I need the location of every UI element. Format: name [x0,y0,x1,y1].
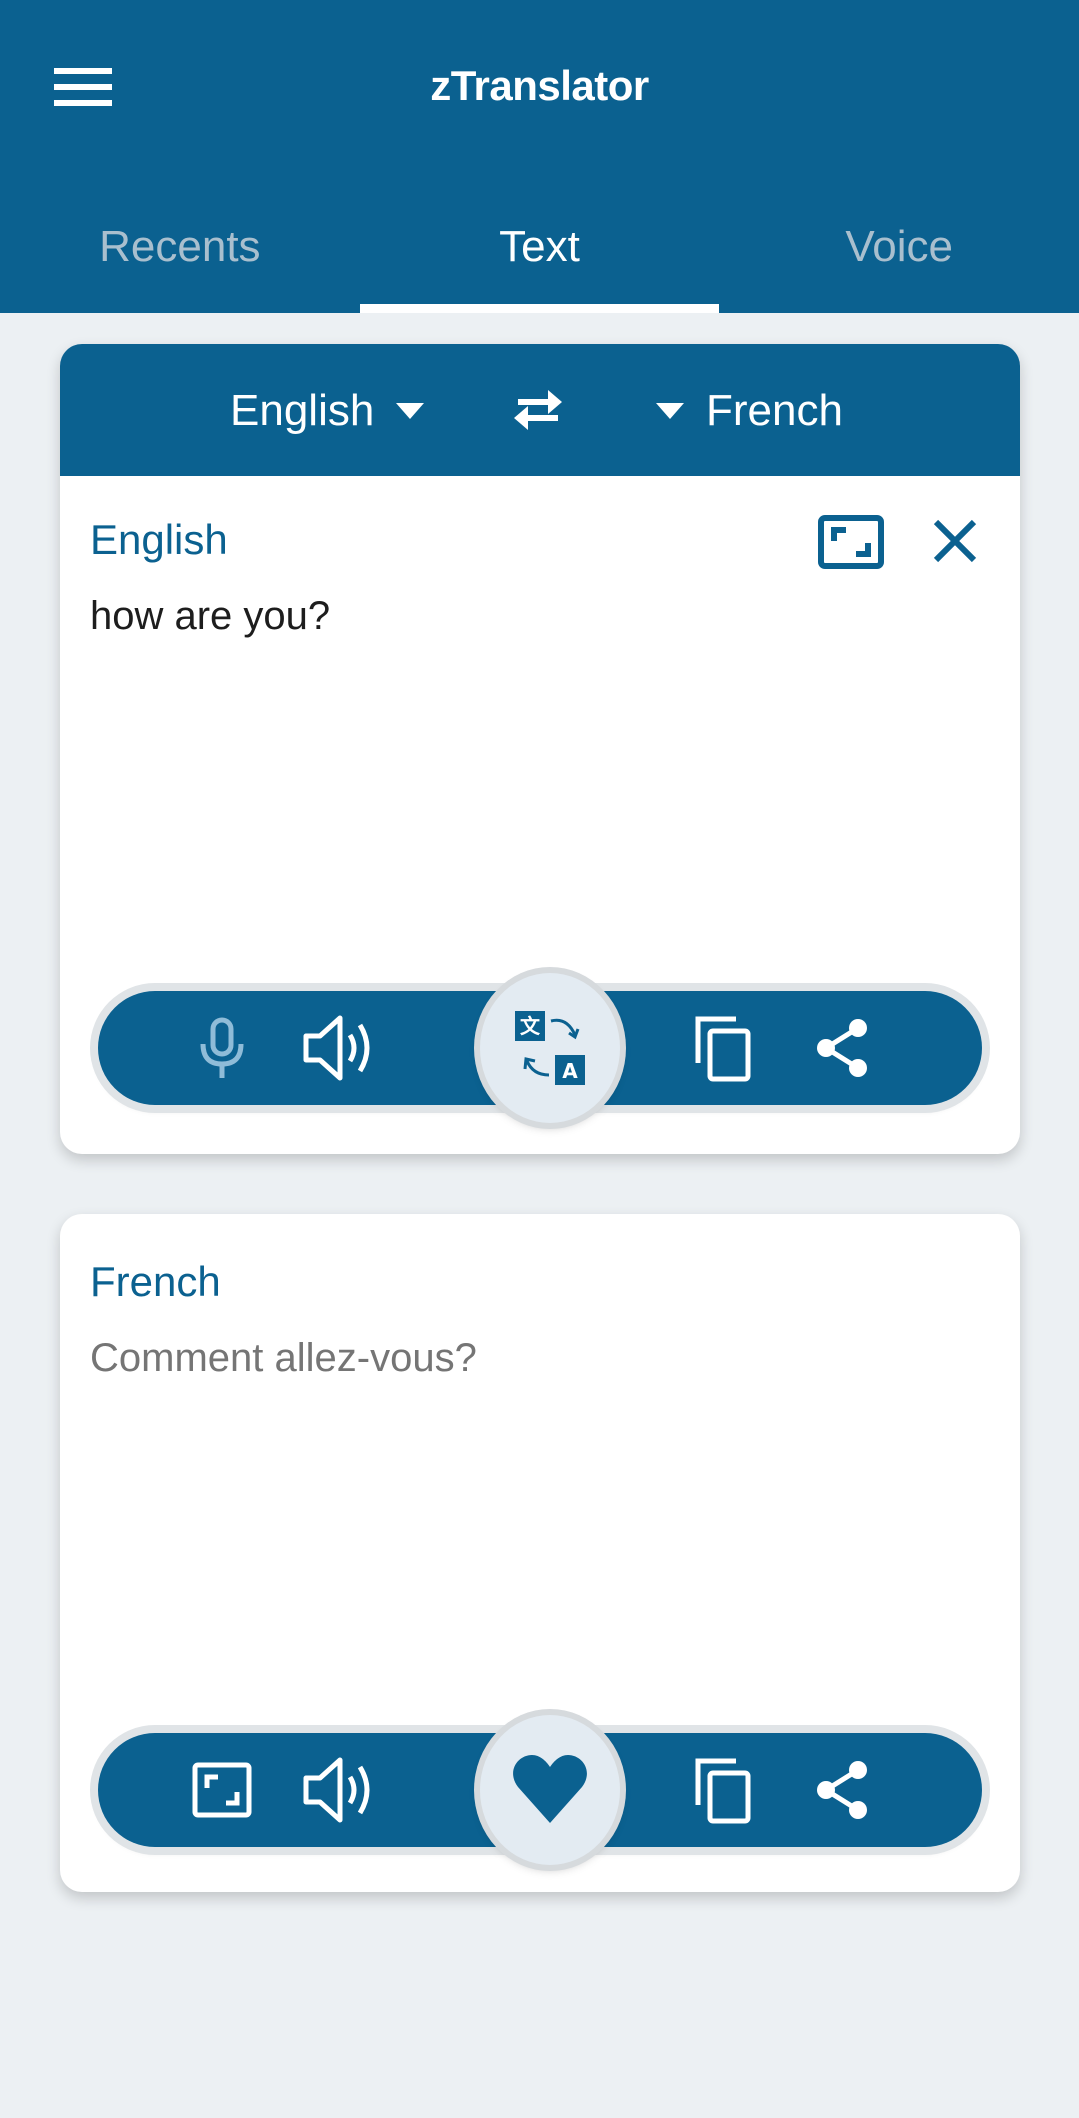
heart-icon [513,1755,587,1823]
translate-icon: 文 A [515,1011,585,1085]
language-bar: English French [60,344,1020,476]
translate-button[interactable]: 文 A [480,973,620,1123]
speak-source-button[interactable] [290,991,390,1105]
target-panel-label: French [90,1258,221,1305]
svg-text:A: A [562,1059,578,1083]
mic-icon [200,1017,244,1078]
copy-translation-button[interactable] [674,1733,774,1847]
expand-button[interactable] [818,515,884,569]
share-source-button[interactable] [792,991,892,1105]
source-panel-label: English [90,516,228,563]
swap-languages-button[interactable] [508,384,568,434]
fullscreen-icon [818,515,884,569]
translation-toolbar [98,1715,982,1865]
source-toolbar: 文 A [98,973,982,1123]
translation-text: Comment allez-vous? [90,1336,477,1380]
svg-text:文: 文 [520,1014,541,1038]
swap-icon [514,390,562,430]
tab-bar: Recents Text Voice [0,210,1079,313]
clear-text-button[interactable] [930,516,980,566]
fullscreen-translation-button[interactable] [172,1733,272,1847]
source-language-dropdown[interactable]: English [230,386,425,436]
target-language-dropdown[interactable]: French [656,386,843,436]
dropdown-arrow-icon [396,403,425,419]
source-text-input[interactable]: how are you? [90,594,330,639]
favorite-button[interactable] [480,1715,620,1865]
app-bar: zTranslator Recents Text Voice [0,0,1079,313]
target-language-label: French [706,386,843,435]
fullscreen-icon [192,1762,252,1818]
speak-translation-button[interactable] [290,1733,390,1847]
copy-icon [695,1016,751,1082]
source-language-label: English [230,386,375,435]
share-icon [817,1019,867,1077]
tab-text[interactable]: Text [359,210,720,313]
share-icon [817,1761,867,1819]
dropdown-arrow-icon [656,403,684,419]
app-title: zTranslator [430,62,649,109]
close-icon [933,519,977,563]
tab-recents[interactable]: Recents [0,210,360,313]
translation-card: French Comment allez-vous? [60,1214,1020,1892]
copy-source-button[interactable] [674,991,774,1105]
speaker-icon [303,1757,370,1823]
tab-voice[interactable]: Voice [719,210,1079,313]
microphone-button[interactable] [172,991,272,1105]
speaker-icon [303,1015,370,1081]
source-card: English French English how are you? 文 A [60,344,1020,1154]
copy-icon [695,1758,751,1824]
share-translation-button[interactable] [792,1733,892,1847]
